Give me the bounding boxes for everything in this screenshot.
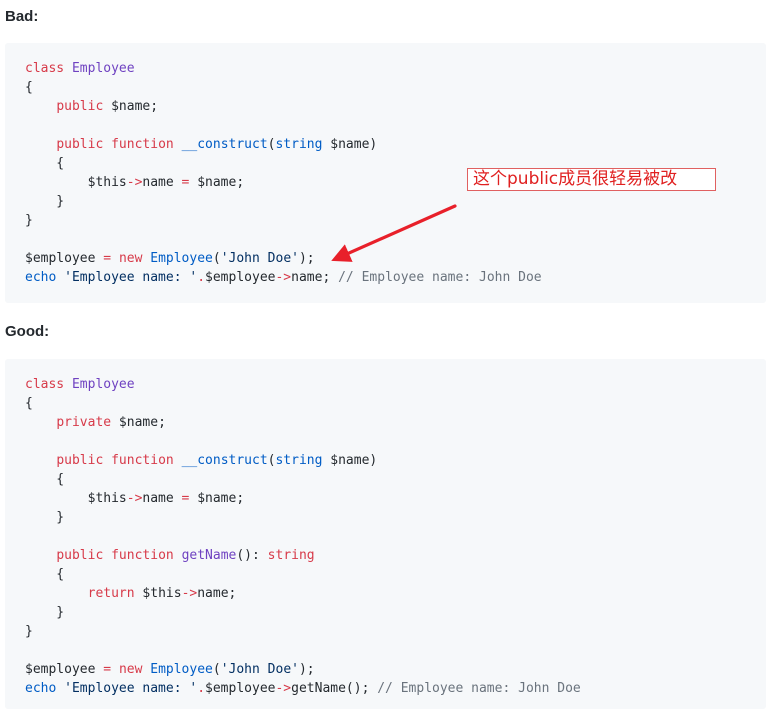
annotation-arrow-icon: [331, 204, 457, 262]
